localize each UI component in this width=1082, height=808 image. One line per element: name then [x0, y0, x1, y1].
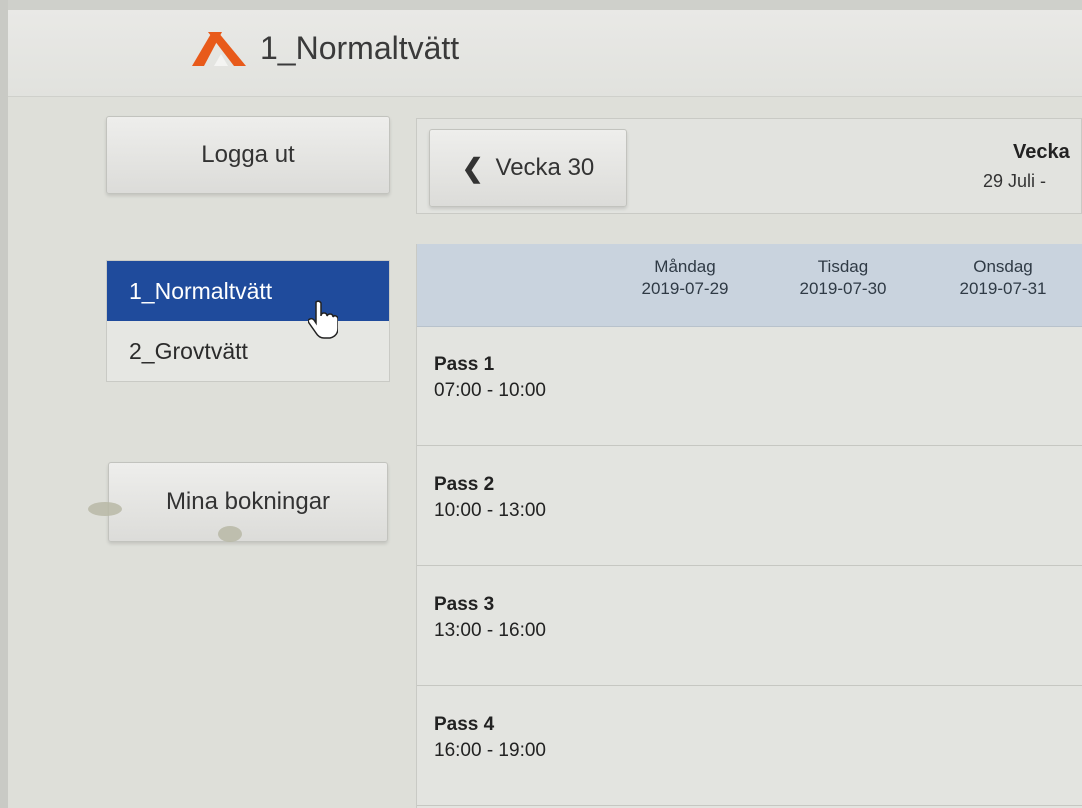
chevron-left-icon: ❮	[461, 152, 484, 183]
screen-bezel-left	[0, 0, 8, 808]
page-title: 1_Normaltvätt	[260, 30, 460, 66]
machine-list: 1_Normaltvätt 2_Grovtvätt	[106, 260, 390, 382]
pass-row[interactable]: Pass 2 10:00 - 13:00	[417, 446, 1082, 566]
screen-bezel-top	[0, 0, 1082, 10]
day-name: Onsdag	[973, 257, 1033, 276]
day-header-wednesday: Onsdag 2019-07-31	[943, 256, 1063, 300]
current-week-range: 29 Juli -	[983, 171, 1047, 191]
machine-item-normaltvatt[interactable]: 1_Normaltvätt	[107, 261, 389, 321]
hand-cursor-icon	[308, 300, 338, 339]
pass-row[interactable]: Pass 3 13:00 - 16:00	[417, 566, 1082, 686]
pass-name: Pass 1	[434, 354, 495, 375]
machine-item-label: 1_Normaltvätt	[129, 277, 273, 304]
app-header	[8, 10, 1082, 97]
current-week-label: Vecka	[1013, 141, 1070, 163]
my-bookings-button[interactable]: Mina bokningar	[108, 462, 388, 542]
pass-time: 10:00 - 13:00	[434, 500, 546, 521]
week-navigation: ❮ Vecka 30 Vecka 29 Juli -	[416, 118, 1082, 214]
machine-item-label: 2_Grovtvätt	[129, 337, 248, 364]
screen-smudge	[218, 526, 242, 542]
screen-smudge	[88, 502, 122, 516]
day-date: 2019-07-30	[799, 279, 887, 298]
pass-row[interactable]: Pass 1 07:00 - 10:00	[417, 326, 1082, 446]
day-date: 2019-07-31	[959, 279, 1047, 298]
day-header-tuesday: Tisdag 2019-07-30	[783, 256, 903, 300]
pass-time: 13:00 - 16:00	[434, 620, 546, 641]
logout-button[interactable]: Logga ut	[106, 116, 390, 194]
previous-week-button[interactable]: ❮ Vecka 30	[429, 129, 627, 207]
pass-name: Pass 3	[434, 594, 495, 615]
pass-time: 16:00 - 19:00	[434, 740, 546, 761]
pass-row[interactable]: Pass 4 16:00 - 19:00	[417, 686, 1082, 806]
schedule-header: Måndag 2019-07-29 Tisdag 2019-07-30 Onsd…	[417, 244, 1082, 327]
logo-icon	[192, 32, 246, 66]
day-name: Måndag	[654, 257, 716, 276]
machine-item-grovtvatt[interactable]: 2_Grovtvätt	[107, 321, 389, 381]
day-header-monday: Måndag 2019-07-29	[625, 256, 745, 300]
pass-name: Pass 2	[434, 474, 495, 495]
day-name: Tisdag	[817, 257, 869, 276]
pass-name: Pass 4	[434, 714, 495, 735]
booking-schedule: Måndag 2019-07-29 Tisdag 2019-07-30 Onsd…	[416, 244, 1082, 808]
previous-week-label: Vecka 30	[495, 154, 595, 181]
day-date: 2019-07-29	[641, 279, 729, 298]
pass-time: 07:00 - 10:00	[434, 380, 546, 401]
